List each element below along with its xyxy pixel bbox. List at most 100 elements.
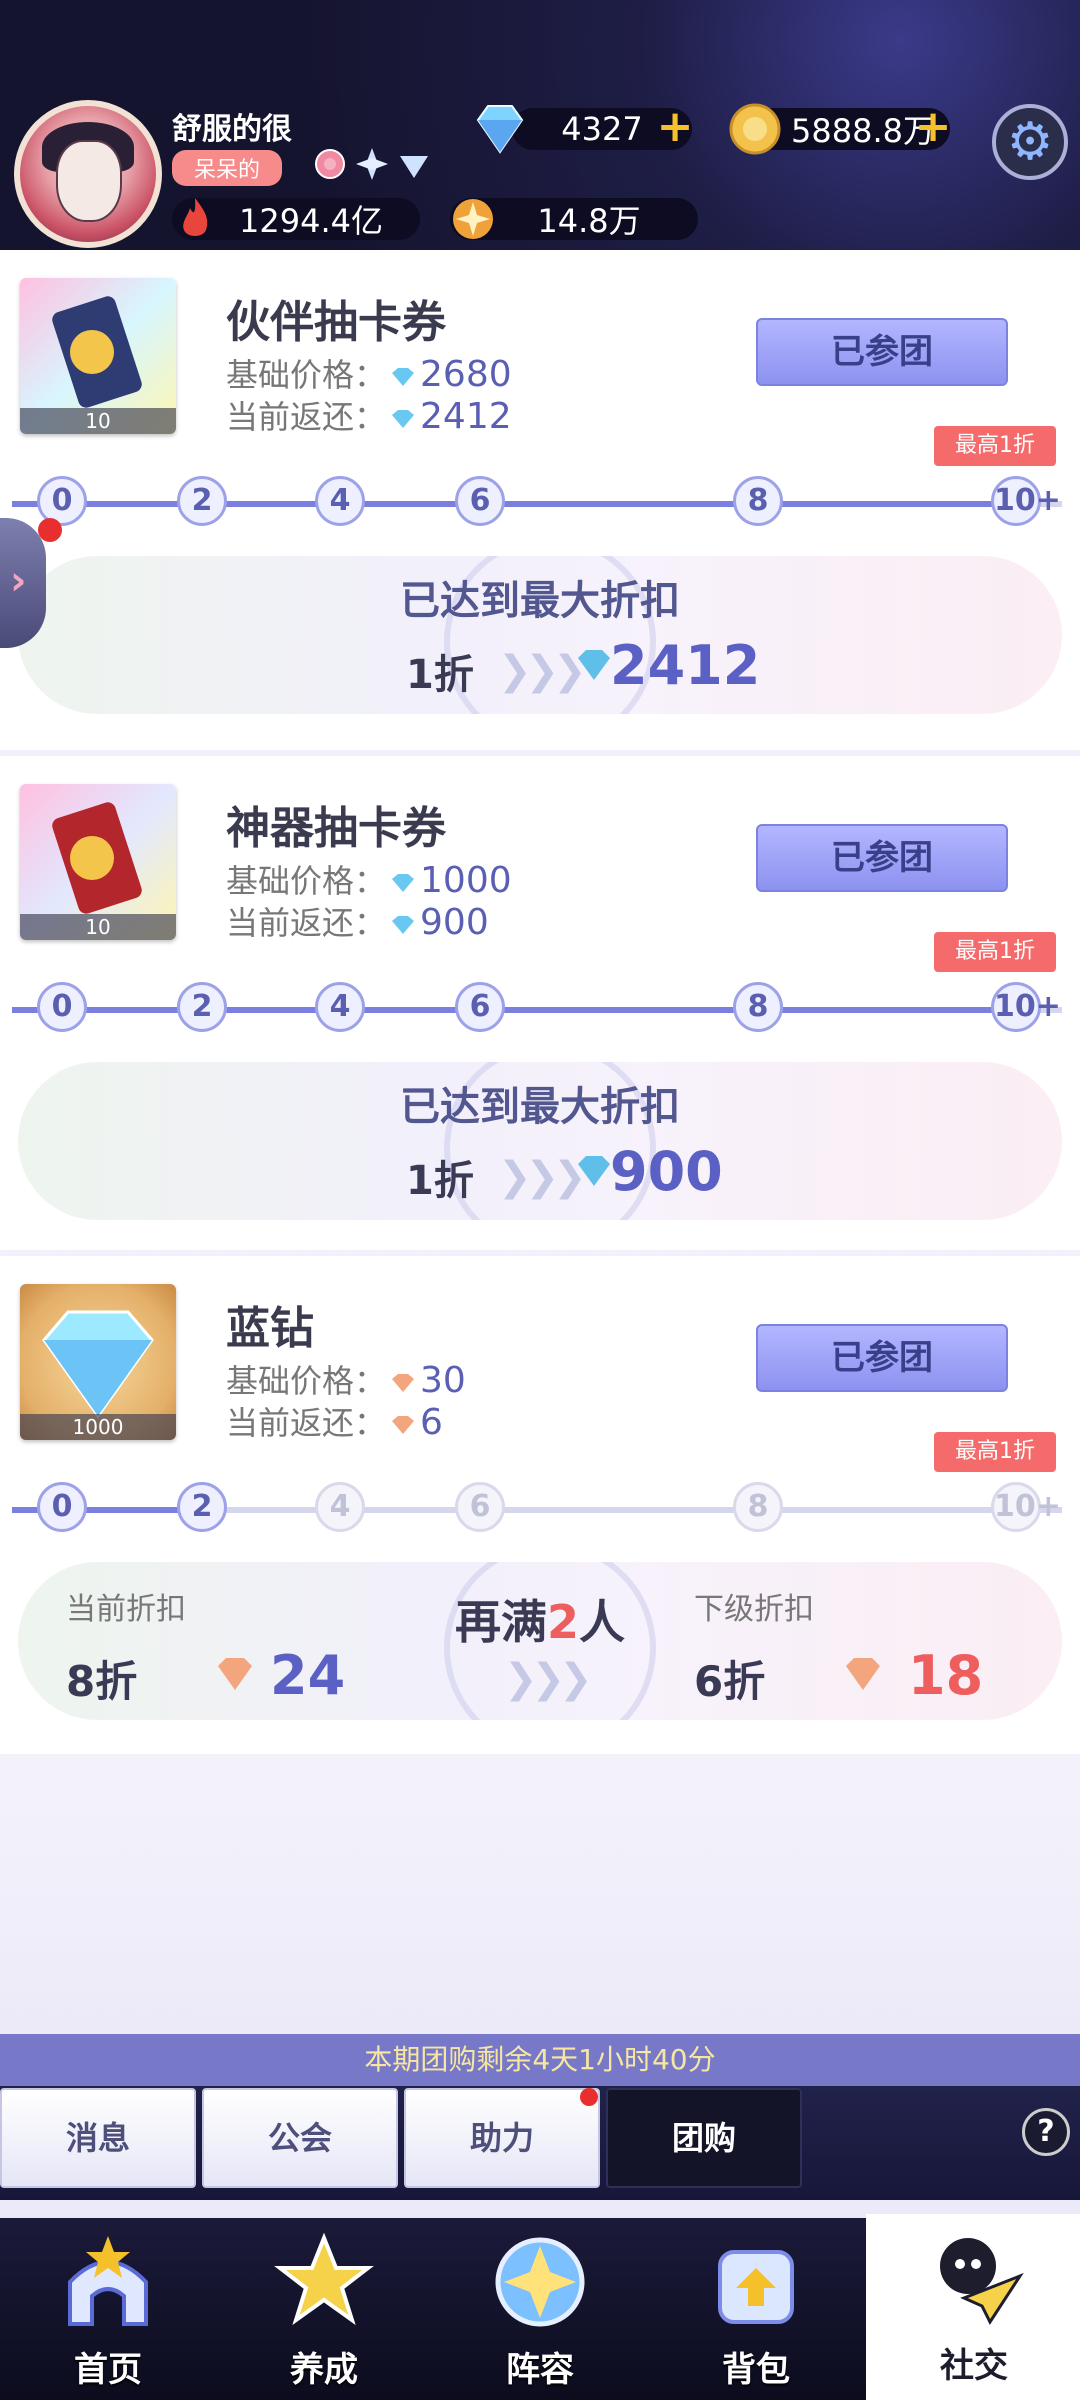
panel-heading: 已达到最大折扣 [400, 578, 680, 624]
power-value: 1294.4亿 [239, 202, 383, 240]
panel-price: 2412 [610, 634, 761, 697]
item-quantity: 10 [20, 914, 176, 940]
max-discount-tag: 最高1折 [934, 1432, 1056, 1472]
notification-dot [38, 518, 62, 542]
progress-node-3: 6 [455, 1482, 505, 1532]
progress-node-3: 6 [455, 476, 505, 526]
avatar-face [56, 140, 122, 222]
blue-star-gem-icon [356, 148, 388, 180]
star-value: 14.8万 [537, 202, 641, 240]
nav-home-label: 首页 [74, 2350, 142, 2390]
help-question-icon[interactable]: ? [1022, 2108, 1070, 2156]
pink-diamond-icon [218, 1658, 252, 1690]
progress-node-5: 10+ [991, 476, 1061, 526]
next-discount-price: 18 [908, 1644, 984, 1707]
chevron-right-icon: › [10, 558, 27, 604]
tab-guild[interactable]: 公会 [202, 2088, 398, 2188]
max-discount-tag: 最高1折 [934, 932, 1056, 972]
progress-node-4: 8 [733, 1482, 783, 1532]
nav-social[interactable]: 社交 [866, 2214, 1080, 2400]
current-discount-rate: 8折 [66, 1657, 138, 1706]
player-avatar[interactable] [14, 100, 162, 248]
nav-develop[interactable]: 养成 [216, 2218, 432, 2400]
current-discount-price: 24 [270, 1644, 346, 1707]
tab-assist[interactable]: 助力 [404, 2088, 600, 2188]
panel-heading: 已达到最大折扣 [400, 1084, 680, 1130]
progress-node-2: 4 [315, 476, 365, 526]
diamond-icon [392, 368, 415, 386]
add-gold-button[interactable]: + [910, 104, 956, 150]
diamond-counter: 4327 + [476, 104, 693, 154]
chevrons-icon: ❯❯❯ [504, 1656, 593, 1702]
home-castle-icon [68, 2236, 148, 2326]
panel-rate: 1折 [406, 652, 474, 698]
base-price-row: 基础价格： 2680 [226, 350, 512, 396]
diamond-icon [578, 1156, 610, 1186]
current-price-value: 2412 [420, 396, 512, 437]
lineup-compass-icon [495, 2237, 585, 2327]
social-subtabs: 消息 公会 助力 团购 [0, 2086, 1080, 2200]
current-price-row: 当前返还： 900 [226, 898, 489, 944]
panel-rate: 1折 [406, 1158, 474, 1204]
nav-backpack[interactable]: 背包 [648, 2218, 864, 2400]
panel-price: 900 [610, 1140, 723, 1203]
tab-messages[interactable]: 消息 [0, 2088, 196, 2188]
item-title: 蓝钻 [226, 1303, 314, 1354]
max-discount-tag: 最高1折 [934, 426, 1056, 466]
progress-node-4: 8 [733, 982, 783, 1032]
base-price-label: 基础价格： [226, 1362, 387, 1400]
progress-node-3: 6 [455, 982, 505, 1032]
pink-gem-icon [315, 149, 345, 179]
player-tag-badge: 呆呆的 [172, 150, 283, 186]
pink-diamond-icon [392, 1416, 415, 1434]
blue-diamond-thumb[interactable]: 1000 [20, 1284, 176, 1440]
settings-gear-icon[interactable]: ⚙ [992, 104, 1068, 180]
nav-home[interactable]: 首页 [0, 2218, 216, 2400]
current-price-value: 900 [420, 902, 489, 943]
nav-develop-label: 养成 [290, 2350, 358, 2390]
joined-button[interactable]: 已参团 [756, 1324, 1008, 1392]
diamond-icon [578, 650, 610, 680]
group-buy-card-blue-diamond: 1000 蓝钻 基础价格： 30 当前返还： 6 已参团 最高1折 当前折扣 8折 … [0, 1256, 1080, 1754]
partner-ticket-thumb[interactable]: 10 [20, 278, 176, 434]
people-needed-suffix: 人 [579, 1595, 625, 1649]
tab-group-buy[interactable]: 团购 [606, 2088, 802, 2188]
next-discount-label: 下级折扣 [694, 1592, 814, 1627]
current-price-value: 6 [420, 1402, 443, 1443]
nav-lineup[interactable]: 阵容 [432, 2218, 648, 2400]
gold-counter: 5888.8万 + [729, 103, 951, 155]
discount-panel: 已达到最大折扣 1折 ❯❯❯ 900 [18, 1062, 1062, 1220]
side-drawer-handle[interactable]: › [0, 518, 46, 648]
people-needed: 再满2人 [18, 1586, 1062, 1652]
people-needed-count: 2 [546, 1595, 579, 1649]
base-price-row: 基础价格： 30 [226, 1356, 466, 1402]
progress-node-0: 0 [37, 982, 87, 1032]
people-needed-prefix: 再满 [454, 1595, 547, 1649]
progress-node-4: 8 [733, 476, 783, 526]
diamond-icon [392, 410, 415, 428]
current-price-label: 当前返还： [226, 398, 387, 436]
player-name: 舒服的很 [172, 112, 292, 147]
progress-track [12, 1507, 1062, 1513]
assist-notification-dot [580, 2088, 598, 2106]
item-title: 伙伴抽卡券 [226, 297, 446, 348]
progress-fill [12, 1007, 1016, 1013]
nav-social-label: 社交 [940, 2346, 1008, 2386]
item-title: 神器抽卡券 [226, 803, 446, 854]
base-price-value: 30 [420, 1360, 466, 1401]
joined-button[interactable]: 已参团 [756, 824, 1008, 892]
joined-button[interactable]: 已参团 [756, 318, 1008, 386]
group-buy-card-artifact: 10 神器抽卡券 基础价格： 1000 当前返还： 900 已参团 最高1折 已达到… [0, 756, 1080, 1250]
current-price-label: 当前返还： [226, 1404, 387, 1442]
add-diamond-button[interactable]: + [652, 104, 698, 150]
rank-gems [312, 146, 432, 182]
star-counter: 14.8万 [450, 198, 698, 240]
nav-lineup-label: 阵容 [506, 2350, 574, 2390]
diamond-icon [392, 916, 415, 934]
backpack-icon [718, 2250, 794, 2324]
nav-backpack-label: 背包 [722, 2350, 790, 2390]
progress-node-1: 2 [177, 476, 227, 526]
discount-panel: 已达到最大折扣 1折 ❯❯❯ 2412 [18, 556, 1062, 714]
blue-diamond-gem-icon [400, 156, 428, 178]
artifact-ticket-thumb[interactable]: 10 [20, 784, 176, 940]
